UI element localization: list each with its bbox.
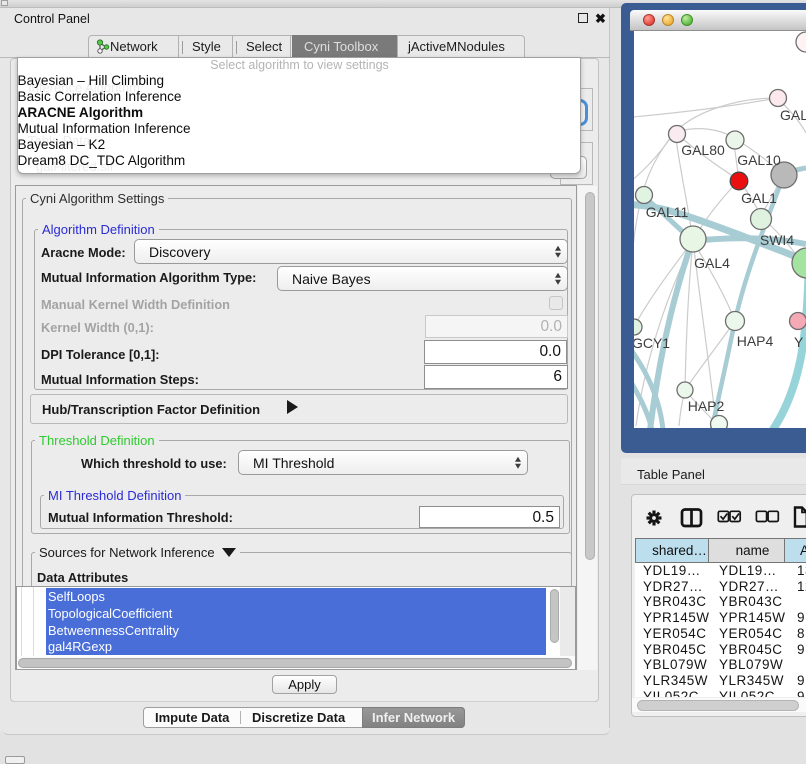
svg-text:HAP2: HAP2 (688, 398, 725, 414)
svg-text:Y: Y (794, 334, 804, 350)
svg-text:GAL1: GAL1 (741, 190, 777, 206)
svg-text:GCY1: GCY1 (634, 335, 670, 351)
svg-text:GAL10: GAL10 (737, 152, 781, 168)
svg-text:GAL4: GAL4 (694, 255, 730, 271)
svg-text:GAL80: GAL80 (681, 142, 725, 158)
svg-text:SWI4: SWI4 (760, 232, 794, 248)
svg-text:GAL7: GAL7 (780, 107, 806, 123)
svg-text:HAP4: HAP4 (737, 333, 774, 349)
svg-text:GAL11: GAL11 (646, 204, 689, 220)
